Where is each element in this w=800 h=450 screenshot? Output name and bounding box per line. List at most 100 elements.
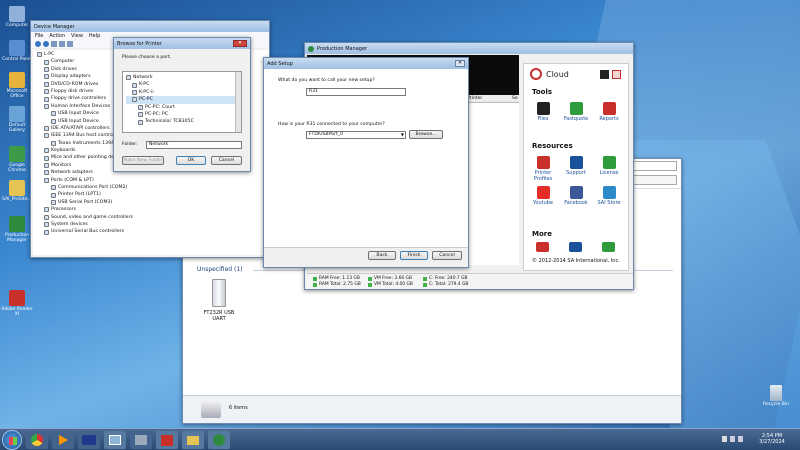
tree-node[interactable]: USB Serial Port (COM3) (37, 199, 265, 206)
taskbar-lxi[interactable] (78, 431, 100, 449)
scan-icon[interactable] (67, 41, 73, 47)
cloud-tool-resources[interactable]: Support (561, 156, 591, 177)
back-icon[interactable] (35, 41, 41, 47)
more-tool-icon[interactable] (536, 242, 549, 252)
menu-item[interactable]: View (71, 33, 83, 39)
taskbar-device-manager[interactable] (104, 431, 126, 449)
port-value: FTDIUSBPort_0 (309, 132, 344, 137)
back-button[interactable]: Back (368, 251, 396, 260)
tray-icons[interactable] (722, 436, 743, 442)
tree-node[interactable]: Processors (37, 206, 265, 213)
tree-node-label: System devices (51, 221, 88, 227)
desktop-icon[interactable]: Adobe Reader XI (1, 290, 33, 317)
network-node[interactable]: PC-PC (126, 96, 238, 104)
printer-column[interactable]: Printer (467, 96, 482, 101)
close-button[interactable]: ✕ (455, 60, 465, 67)
network-node[interactable]: PC-PC: Court (126, 104, 238, 111)
close-panel-icon[interactable] (612, 70, 621, 79)
menu-item[interactable]: Help (89, 33, 100, 39)
cloud-tool-resources[interactable]: License (594, 156, 624, 177)
forward-icon[interactable] (43, 41, 49, 47)
network-node[interactable]: K-PC-ii (126, 89, 238, 96)
device-manager-titlebar[interactable]: Device Manager (31, 21, 269, 32)
desktop: Computer Control Panel Microsoft Office Def… (0, 0, 800, 428)
network-node[interactable]: PC-PC: PC (126, 111, 238, 118)
status-text: C: Free: 240.7 GB (429, 276, 468, 281)
desktop-icon-label: Microsoft Office (6, 89, 28, 99)
folder-label: Folder: (122, 142, 138, 147)
cloud-tool-tools[interactable]: Fastquote (561, 102, 591, 123)
status-indicator-icon (368, 282, 372, 287)
item-count: 6 items (229, 405, 248, 411)
browse-titlebar[interactable]: Browse for Printer ✕ (114, 38, 250, 49)
tool-label: Printer Profiles (533, 170, 553, 182)
make-new-folder-button[interactable]: Make New Folder (122, 156, 164, 165)
clock[interactable]: 2:54 PM 3/27/2024 (752, 433, 792, 445)
desktop-icon[interactable]: Control Panel (1, 40, 33, 62)
desktop-icon[interactable]: Google Chrome (1, 146, 33, 173)
desktop-icon[interactable]: Default Gallery (1, 106, 33, 133)
network-node[interactable]: Technicolor TC8305C (126, 118, 238, 125)
cloud-tool-resources[interactable]: Printer Profiles (528, 156, 558, 182)
menu-item[interactable]: File (35, 33, 43, 39)
status-item: C: Total: 279.4 GB (423, 282, 468, 287)
volume-icon[interactable] (738, 436, 743, 442)
cloud-tool-tools[interactable]: Files (528, 102, 558, 123)
app-icon (308, 45, 314, 52)
flag-icon[interactable] (722, 436, 727, 442)
cloud-tool-resources[interactable]: Facebook (561, 186, 591, 207)
app-icon (9, 180, 25, 196)
desktop-icon[interactable]: Computer (1, 6, 33, 28)
network-node[interactable]: K-PC (126, 81, 238, 88)
device-item[interactable]: FT232R USB UART (199, 279, 239, 322)
taskbar-media[interactable] (52, 431, 74, 449)
tree-node[interactable]: Printer Port (LPT1) (37, 191, 265, 198)
cloud-tool-resources[interactable]: Youtube (528, 186, 558, 207)
help-icon[interactable] (59, 41, 65, 47)
network-tree[interactable]: Network K-PC K-PC-ii PC-PC PC-PC: Court PC-PC… (122, 71, 242, 133)
taskbar-explorer[interactable] (182, 431, 204, 449)
folder-field[interactable]: Network (146, 141, 242, 149)
more-tool-icon[interactable] (602, 242, 615, 252)
tree-node[interactable]: Communications Port (COM2) (37, 184, 265, 191)
device-category-icon (44, 207, 49, 213)
desktop-icon[interactable]: Production Manager (1, 216, 33, 243)
tree-node[interactable]: Universal Serial Bus controllers (37, 228, 265, 235)
desktop-icon[interactable]: SAI_ProSite... (1, 180, 33, 202)
finish-button[interactable]: Finish (400, 251, 428, 260)
taskbar-monitor[interactable] (130, 431, 152, 449)
taskbar-reader[interactable] (156, 431, 178, 449)
tree-node[interactable]: System devices (37, 221, 265, 228)
tree-node-label: Texas Instruments 1394... (58, 140, 119, 146)
desktop-icon[interactable]: Microsoft Office (1, 72, 33, 99)
network-node[interactable]: Network (126, 74, 238, 81)
recycle-bin[interactable]: Recycle Bin (758, 385, 794, 407)
close-button[interactable]: ✕ (233, 40, 247, 47)
taskbar-production-manager[interactable] (208, 431, 230, 449)
cloud-tool-tools[interactable]: Reports (594, 102, 624, 123)
second-column[interactable]: Se (512, 96, 518, 101)
cancel-button[interactable]: Cancel (211, 156, 242, 165)
tree-node[interactable]: Ports (COM & LPT) (37, 177, 265, 184)
start-button[interactable] (2, 430, 22, 450)
production-manager-titlebar[interactable]: Production Manager (305, 43, 633, 54)
cloud-tool-resources[interactable]: SAI Store (594, 186, 624, 207)
add-setup-titlebar[interactable]: Add Setup ✕ (264, 58, 468, 69)
more-tool-icon[interactable] (569, 242, 582, 252)
window-title: Production Manager (317, 45, 368, 52)
browse-button[interactable]: Browse... (409, 130, 443, 139)
tool-icon (536, 186, 550, 199)
ok-button[interactable]: OK (176, 156, 206, 165)
properties-icon[interactable] (51, 41, 57, 47)
tree-node[interactable]: Sound, video and game controllers (37, 214, 265, 221)
home-icon[interactable] (600, 70, 609, 79)
cancel-button[interactable]: Cancel (432, 251, 462, 260)
desktop-icon-label: Control Panel (2, 57, 32, 62)
port-select[interactable]: FTDIUSBPort_0 ▼ (306, 131, 406, 139)
menu-item[interactable]: Action (49, 33, 65, 39)
taskbar-chrome[interactable] (26, 431, 48, 449)
setup-name-field[interactable]: R31 (306, 88, 406, 96)
network-icon[interactable] (730, 436, 735, 442)
cloud-panel: Cloud Tools Files Fastquote Reports Resour… (523, 63, 629, 271)
tree-scrollbar[interactable] (235, 72, 241, 132)
